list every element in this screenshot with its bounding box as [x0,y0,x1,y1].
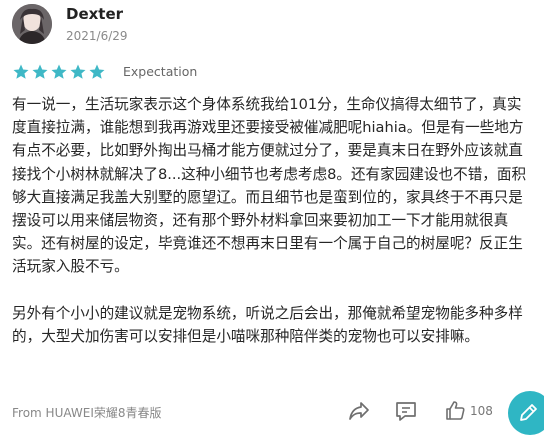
edit-icon [520,404,537,421]
review-paragraph: 另外有个小小的建议就是宠物系统，听说之后会出，那俺就希望宠物能多种多样的，大型犬… [12,304,523,346]
like-button[interactable]: 108 [444,399,493,423]
avatar[interactable] [12,4,52,44]
star-rating [12,63,106,81]
share-button[interactable] [348,399,370,423]
share-icon [349,402,369,420]
like-count: 108 [470,404,493,418]
star-icon [89,64,105,79]
rating-label: Expectation [123,64,198,79]
device-label: From HUAWEI荣耀8青春版 [12,406,162,420]
avatar-portrait-icon [12,4,52,44]
review-text: 有一说一，生活玩家表示这个身体系统我给101分，生命仪搞得太细节了，真实度直接拉… [12,93,536,348]
star-icon [70,64,86,79]
username[interactable]: Dexter [66,5,123,23]
star-icon [32,64,48,79]
review-paragraph: 有一说一，生活玩家表示这个身体系统我给101分，生命仪搞得太细节了，真实度直接拉… [12,96,527,276]
comment-button[interactable] [394,399,418,423]
comment-icon [396,402,416,421]
star-icon [13,64,29,79]
post-date: 2021/6/29 [66,29,128,43]
edit-button[interactable] [508,391,544,435]
star-icon [51,64,67,79]
like-icon [446,401,465,420]
